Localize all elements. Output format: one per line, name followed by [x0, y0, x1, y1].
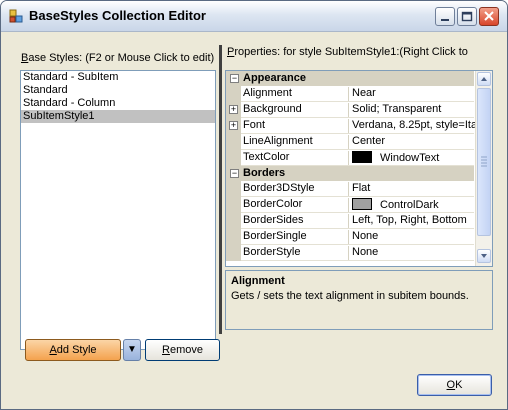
remove-mnemonic: R: [162, 344, 170, 356]
property-row-background[interactable]: + Background Solid; Transparent: [226, 102, 474, 118]
minimize-button[interactable]: [435, 7, 455, 26]
property-name: BorderSides: [243, 214, 304, 226]
window-title: BaseStyles Collection Editor: [29, 8, 206, 23]
ok-mnemonic: O: [446, 379, 456, 391]
collapse-icon[interactable]: −: [230, 169, 239, 178]
title-bar[interactable]: BaseStyles Collection Editor: [1, 1, 507, 32]
category-name: Borders: [243, 167, 286, 179]
ok-label: K: [455, 379, 463, 391]
list-item-selected[interactable]: SubItemStyle1: [21, 110, 215, 123]
scroll-down-button[interactable]: [477, 249, 491, 263]
properties-label: Properties: for style SubItemStyle1:(Rig…: [227, 46, 468, 58]
chevron-up-icon: [481, 77, 487, 81]
row-gutter: [226, 229, 241, 245]
property-value[interactable]: Near: [348, 87, 478, 101]
property-name: BorderStyle: [243, 246, 301, 258]
property-value[interactable]: WindowText: [348, 151, 478, 165]
property-value[interactable]: None: [348, 230, 478, 244]
property-value-text: WindowText: [380, 152, 440, 164]
close-icon: [484, 11, 494, 21]
property-name: Font: [243, 119, 266, 131]
properties-label-text: roperties: for style SubItemStyle1:(Righ…: [234, 46, 468, 58]
property-grid-scrollbar[interactable]: [475, 71, 492, 266]
panel-splitter[interactable]: [219, 45, 222, 334]
add-style-mnemonic: A: [49, 344, 57, 356]
list-item[interactable]: Standard - SubItem: [21, 71, 215, 84]
minimize-icon: [441, 19, 449, 21]
remove-label: emove: [169, 344, 203, 356]
property-description-pane: Alignment Gets / sets the text alignment…: [225, 270, 493, 330]
base-styles-listbox[interactable]: Standard - SubItem Standard Standard - C…: [20, 70, 216, 350]
property-name: Alignment: [243, 87, 292, 99]
maximize-button[interactable]: [457, 7, 477, 26]
description-title: Alignment: [231, 275, 285, 287]
row-gutter: [226, 245, 241, 261]
property-name: BorderColor: [243, 198, 303, 210]
description-text: Gets / sets the text alignment in subite…: [231, 290, 469, 302]
collapse-icon[interactable]: −: [230, 74, 239, 83]
property-row-borderstyle[interactable]: BorderStyle None: [226, 245, 474, 261]
property-row-textcolor[interactable]: TextColor WindowText: [226, 150, 474, 166]
grip-icon: [481, 156, 487, 167]
property-value[interactable]: Flat: [348, 182, 478, 196]
row-gutter: [226, 86, 241, 102]
app-icon: [9, 9, 23, 23]
property-row-bordersingle[interactable]: BorderSingle None: [226, 229, 474, 245]
property-value[interactable]: Verdana, 8.25pt, style=Ita: [348, 119, 478, 133]
ok-button[interactable]: OK: [417, 374, 492, 396]
chevron-down-icon: [481, 254, 487, 258]
row-gutter: [226, 213, 241, 229]
row-gutter: [226, 197, 241, 213]
row-gutter: [226, 181, 241, 197]
row-gutter: [226, 134, 241, 150]
property-value[interactable]: Solid; Transparent: [348, 103, 478, 117]
property-value[interactable]: Center: [348, 135, 478, 149]
collection-editor-window: BaseStyles Collection Editor Base Styles…: [0, 0, 508, 410]
add-style-label: dd Style: [56, 344, 97, 356]
property-name: LineAlignment: [243, 135, 313, 147]
property-value-text: ControlDark: [380, 199, 439, 211]
property-value[interactable]: ControlDark: [348, 198, 478, 212]
remove-button[interactable]: Remove: [145, 339, 220, 361]
chevron-down-icon: ▼: [127, 344, 137, 355]
expand-icon[interactable]: +: [229, 121, 238, 130]
base-styles-label: Base Styles: (F2 or Mouse Click to edit): [21, 52, 214, 64]
category-name: Appearance: [243, 72, 306, 84]
row-gutter: [226, 150, 241, 166]
add-style-button[interactable]: Add Style: [25, 339, 121, 361]
base-styles-label-text: ase Styles: (F2 or Mouse Click to edit): [28, 52, 215, 64]
dialog-client-area: Base Styles: (F2 or Mouse Click to edit)…: [5, 32, 503, 405]
property-row-bordercolor[interactable]: BorderColor ControlDark: [226, 197, 474, 213]
scroll-thumb[interactable]: [477, 88, 491, 236]
property-name: Border3DStyle: [243, 182, 315, 194]
property-name: Background: [243, 103, 302, 115]
property-name: TextColor: [243, 151, 290, 163]
property-row-bordersides[interactable]: BorderSides Left, Top, Right, Bottom: [226, 213, 474, 229]
category-borders[interactable]: − Borders: [226, 166, 474, 181]
category-appearance[interactable]: − Appearance: [226, 71, 474, 86]
list-item[interactable]: Standard - Column: [21, 97, 215, 110]
property-value[interactable]: Left, Top, Right, Bottom: [348, 214, 478, 228]
row-gutter: +: [226, 118, 241, 134]
close-button[interactable]: [479, 7, 499, 26]
list-item[interactable]: Standard: [21, 84, 215, 97]
color-swatch: [352, 151, 372, 163]
property-row-alignment[interactable]: Alignment Near: [226, 86, 474, 102]
color-swatch: [352, 198, 372, 210]
property-name: BorderSingle: [243, 230, 307, 242]
property-value[interactable]: None: [348, 246, 478, 260]
expand-icon[interactable]: +: [229, 105, 238, 114]
add-style-dropdown-button[interactable]: ▼: [123, 339, 141, 361]
scroll-up-button[interactable]: [477, 72, 491, 86]
property-row-font[interactable]: + Font Verdana, 8.25pt, style=Ita: [226, 118, 477, 134]
row-gutter: +: [226, 102, 241, 118]
maximize-icon: [461, 11, 473, 22]
property-row-border3dstyle[interactable]: Border3DStyle Flat: [226, 181, 474, 197]
property-row-linealignment[interactable]: LineAlignment Center: [226, 134, 474, 150]
property-grid[interactable]: − Appearance Alignment Near + Background…: [225, 70, 493, 267]
